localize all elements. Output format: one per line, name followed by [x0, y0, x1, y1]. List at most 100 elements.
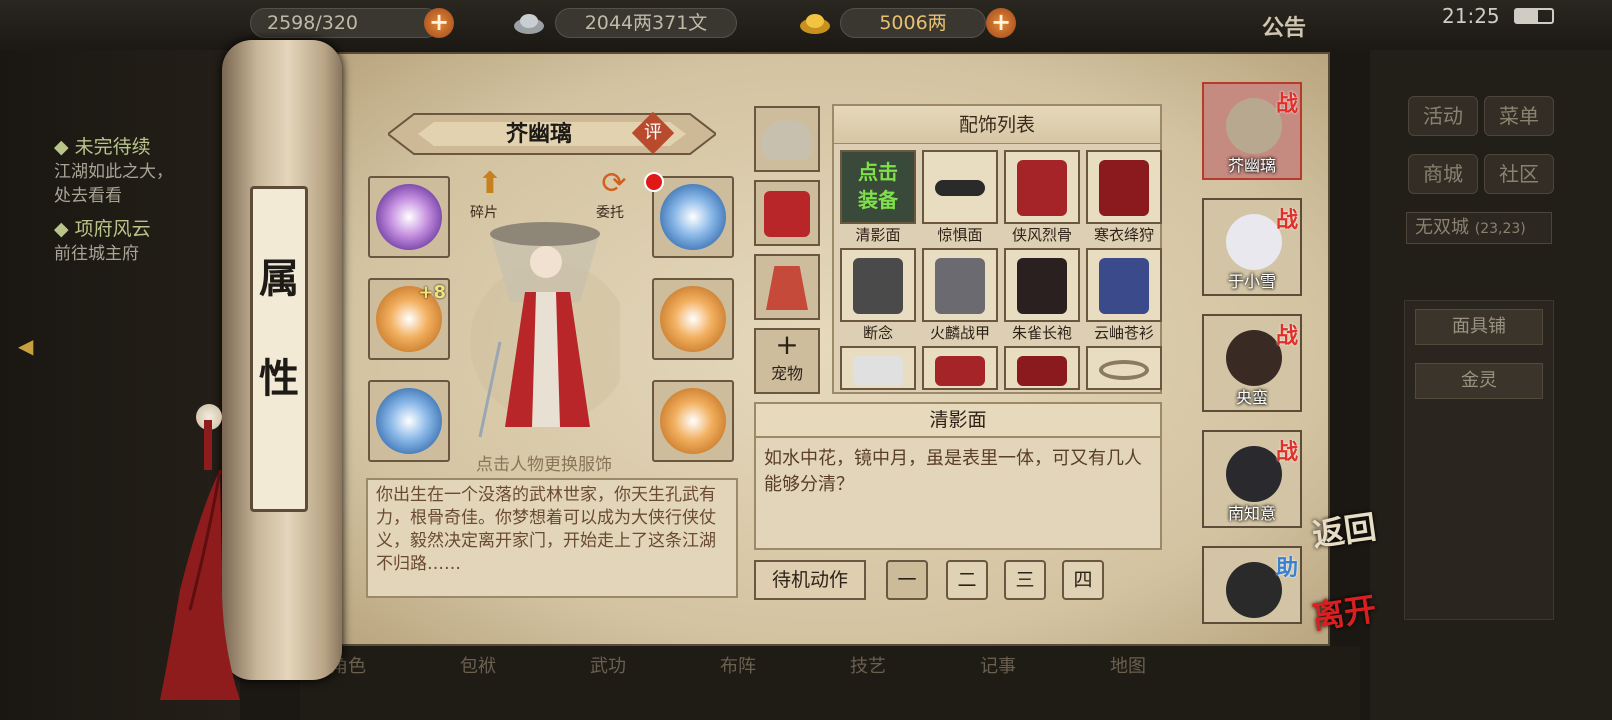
add-stamina-button[interactable]: + — [424, 8, 454, 38]
weapon-plus-level: +8 — [418, 282, 446, 303]
party-member-2[interactable]: 战 于小雪 — [1202, 198, 1302, 296]
idle-action-label: 待机动作 — [754, 560, 866, 600]
tab-clothes[interactable] — [754, 180, 820, 246]
quest-desc-2: 前往城主府 — [54, 244, 139, 264]
accessory-label: 惊惧面 — [937, 226, 983, 244]
silver-value: 2044两371文 — [584, 12, 708, 34]
accessory-item-duannian[interactable] — [840, 248, 916, 322]
announcement-button[interactable]: 公告 — [1262, 10, 1306, 42]
avatar — [1226, 330, 1282, 386]
npc-mask-shop[interactable]: 面具铺 — [1415, 309, 1543, 345]
hat-icon — [762, 120, 812, 160]
location-bar: 无双城 (23,23) — [1406, 212, 1552, 244]
quest-title-2[interactable]: ◆ 项府风云 — [54, 214, 151, 241]
accessory-item[interactable] — [1004, 346, 1080, 390]
equip-slot-ring[interactable] — [368, 380, 450, 462]
accessory-label: 朱雀长袍 — [1011, 324, 1072, 342]
party-member-name: 于小雪 — [1227, 272, 1276, 291]
character-bio: 你出生在一个没落的武林世家，你天生孔武有力，根骨奇佳。你梦想着可以成为大侠行侠仗… — [366, 478, 738, 598]
party-member-5[interactable]: 助 — [1202, 546, 1302, 624]
idle-option-4[interactable]: 四 — [1062, 560, 1104, 600]
quest-title-1-text: 未完待续 — [74, 136, 151, 158]
collapse-arrow-icon[interactable]: ◀ — [18, 334, 33, 358]
stamina-counter: 2598/320 — [250, 8, 440, 38]
add-gold-button[interactable]: + — [986, 8, 1016, 38]
gold-value: 5006两 — [879, 12, 947, 34]
accessory-item[interactable] — [1086, 346, 1162, 390]
idle-option-1[interactable]: 一 — [886, 560, 928, 600]
fragment-arrow-icon[interactable]: ⬆ — [472, 166, 508, 202]
tab-skirt[interactable] — [754, 254, 820, 320]
shop-button[interactable]: 商城 — [1408, 154, 1478, 194]
party-member-3[interactable]: 战 央蛮 — [1202, 314, 1302, 412]
party-member-4[interactable]: 战 南知意 — [1202, 430, 1302, 528]
accessory-item-jingju[interactable] — [922, 150, 998, 224]
equip-slot-bracelet[interactable] — [652, 380, 734, 462]
avatar — [1226, 446, 1282, 502]
quest-title-1[interactable]: ◆ 未完待续 — [54, 132, 151, 159]
accessory-item[interactable] — [840, 346, 916, 390]
clothes-icon — [764, 191, 810, 237]
nav-journal[interactable]: 记事 — [980, 652, 1016, 678]
avatar — [1226, 214, 1282, 270]
accessory-list-header: 配饰列表 — [834, 106, 1160, 144]
idle-option-3[interactable]: 三 — [1004, 560, 1046, 600]
outfit-hint: 点击人物更换服饰 — [476, 455, 612, 475]
community-button[interactable]: 社区 — [1484, 154, 1554, 194]
bracelet-icon — [660, 388, 726, 454]
idle-option-2[interactable]: 二 — [946, 560, 988, 600]
nav-formation[interactable]: 布阵 — [720, 652, 756, 678]
party-member-name: 央蛮 — [1235, 388, 1268, 407]
nav-map[interactable]: 地图 — [1110, 652, 1146, 678]
evaluate-label: 评 — [644, 122, 662, 143]
avatar — [1226, 562, 1282, 618]
battle-tag: 战 — [1275, 208, 1298, 233]
tab-hat[interactable] — [754, 106, 820, 172]
nav-martial[interactable]: 武功 — [590, 652, 626, 678]
accessory-item-qingying[interactable]: 点击 装备 — [840, 150, 916, 224]
pet-label: 宠物 — [770, 364, 803, 383]
accessory-item-xiafeng[interactable] — [1004, 150, 1080, 224]
leave-button[interactable]: 离开 — [1309, 584, 1379, 638]
robe-icon — [1099, 160, 1149, 216]
party-member-name: 南知意 — [1227, 504, 1276, 523]
stamina-value: 2598/320 — [267, 12, 359, 34]
quest-desc-1: 江湖如此之大， 处去看看 — [54, 162, 173, 206]
tab-pet[interactable]: + 宠物 — [754, 328, 820, 394]
nav-bag[interactable]: 包袱 — [460, 652, 496, 678]
accessory-item-zhuque[interactable] — [1004, 248, 1080, 322]
battle-tag: 战 — [1275, 92, 1298, 117]
return-button[interactable]: 返回 — [1309, 502, 1379, 556]
commission-icon[interactable]: ⟳ — [596, 166, 632, 202]
character-portrait[interactable] — [470, 212, 620, 442]
mask-icon — [935, 180, 985, 196]
menu-button[interactable]: 菜单 — [1484, 96, 1554, 136]
bottom-nav: 角色 包袱 武功 布阵 技艺 记事 地图 — [300, 646, 1360, 720]
equip-slot-armor[interactable] — [652, 278, 734, 360]
accessory-label: 侠风烈骨 — [1011, 226, 1072, 244]
gold-ingot-icon — [800, 14, 830, 34]
npc-list: 面具铺 金灵 — [1404, 300, 1554, 620]
accessory-item-huolin[interactable] — [922, 248, 998, 322]
accessory-label: 云岫苍衫 — [1093, 324, 1154, 342]
robe-icon — [1099, 258, 1149, 314]
armor-icon — [660, 286, 726, 352]
necklace-icon — [1099, 360, 1149, 380]
equip-slot-head[interactable] — [368, 176, 450, 258]
party-member-1[interactable]: 战 芥幽璃 — [1202, 82, 1302, 180]
accessory-item[interactable] — [922, 346, 998, 390]
nav-skills[interactable]: 技艺 — [850, 652, 886, 678]
accessory-item-hanyi[interactable] — [1086, 150, 1162, 224]
equip-slot-weapon[interactable]: +8 — [368, 278, 450, 360]
equip-slot-mask[interactable] — [652, 176, 734, 258]
quest-title-2-text: 项府风云 — [74, 218, 151, 240]
ring-icon — [376, 388, 442, 454]
npc-jinling[interactable]: 金灵 — [1415, 363, 1543, 399]
accessory-item-yunxiu[interactable] — [1086, 248, 1162, 322]
scroll-label: 属性 — [250, 186, 308, 512]
activity-button[interactable]: 活动 — [1408, 96, 1478, 136]
battle-tag: 战 — [1275, 440, 1298, 465]
battle-tag: 战 — [1275, 324, 1298, 349]
robe-icon — [853, 356, 903, 386]
scroll-label-text: 属性 — [259, 255, 299, 402]
